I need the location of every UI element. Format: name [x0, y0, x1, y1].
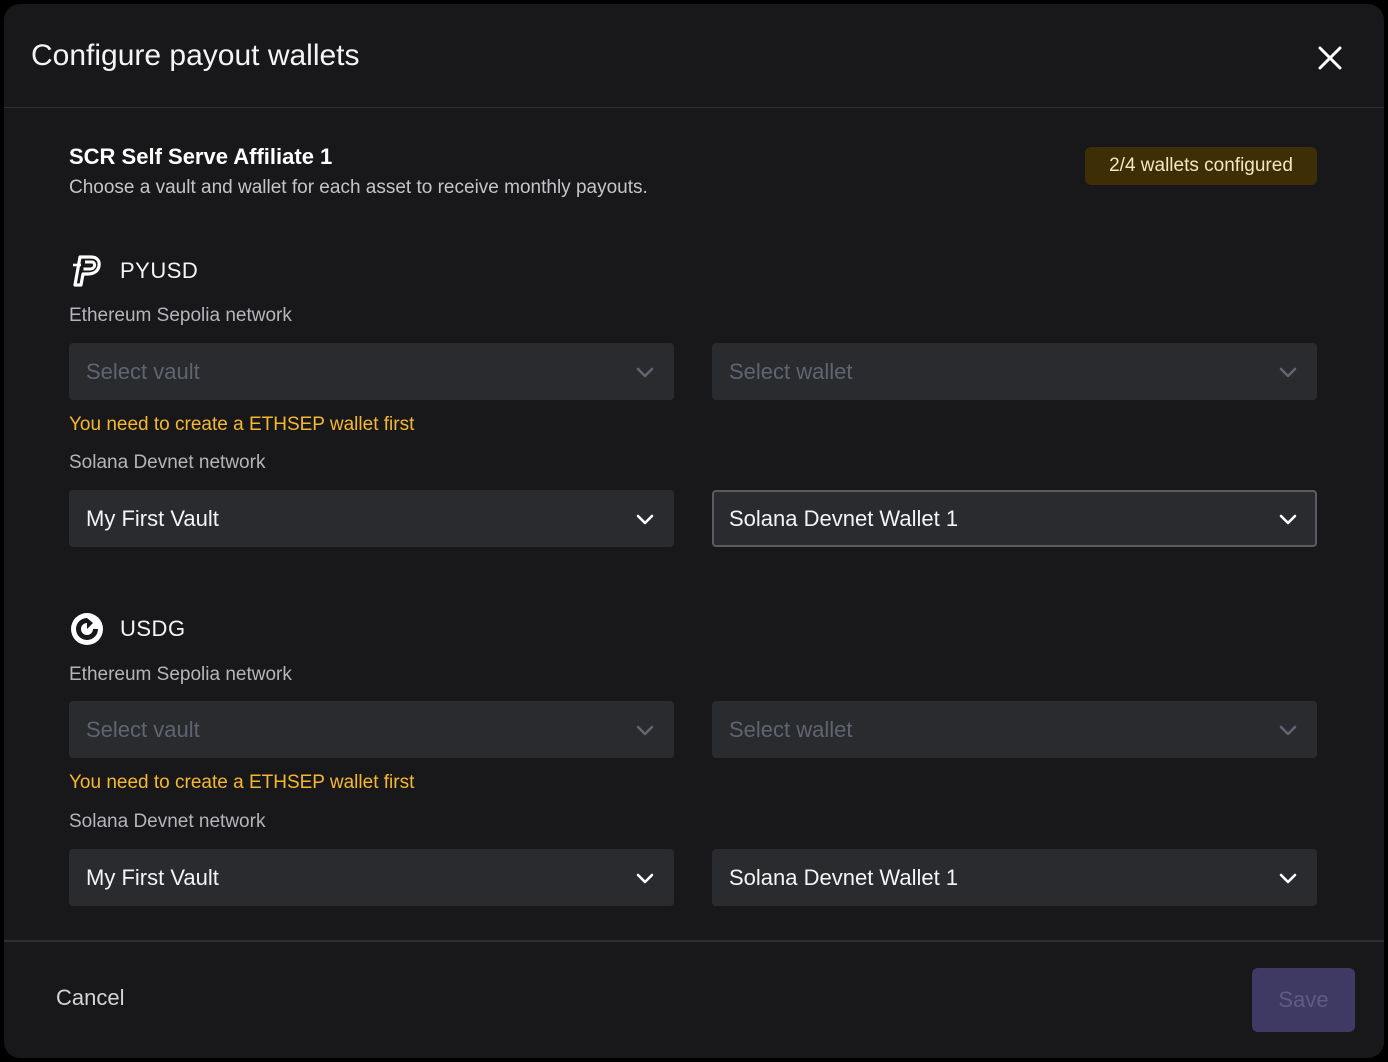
select-value: Select wallet [729, 717, 853, 742]
select-value: Solana Devnet Wallet 1 [729, 506, 959, 531]
dialog-footer: Cancel Save [4, 940, 1384, 1058]
select-value: Select wallet [729, 359, 853, 384]
ethsep-wallet-warning: You need to create a ETHSEP wallet first [69, 772, 415, 793]
select-value: Solana Devnet Wallet 1 [729, 865, 959, 890]
chevron-down-icon [1279, 367, 1297, 378]
dialog-header: Configure payout wallets [4, 4, 1384, 108]
network-label-ethereum-sepolia: Ethereum Sepolia network [69, 664, 292, 685]
chevron-down-icon [1279, 514, 1297, 525]
save-button[interactable]: Save [1252, 968, 1355, 1032]
chevron-down-icon [636, 514, 654, 525]
network-label-ethereum-sepolia: Ethereum Sepolia network [69, 305, 292, 326]
configure-payout-wallets-dialog: Configure payout wallets SCR Self Serve … [4, 4, 1384, 1058]
cancel-button[interactable]: Cancel [56, 980, 124, 1016]
affiliate-description: Choose a vault and wallet for each asset… [69, 177, 648, 198]
asset-name-usdg: USDG [120, 616, 186, 641]
affiliate-name: SCR Self Serve Affiliate 1 [69, 144, 333, 169]
asset-header-pyusd: PYUSD [69, 253, 198, 289]
chevron-down-icon [1279, 873, 1297, 884]
dialog-title: Configure payout wallets [31, 39, 360, 72]
network-label-solana-devnet: Solana Devnet network [69, 452, 266, 473]
ethsep-wallet-warning: You need to create a ETHSEP wallet first [69, 414, 415, 435]
pyusd-icon [69, 253, 105, 289]
usdg-solana-vault-select[interactable]: My First Vault [69, 849, 674, 906]
asset-header-usdg: USDG [69, 611, 186, 647]
chevron-down-icon [636, 873, 654, 884]
chevron-down-icon [636, 725, 654, 736]
usdg-ethsep-vault-select[interactable]: Select vault [69, 701, 674, 758]
close-icon [1318, 46, 1342, 70]
chevron-down-icon [636, 367, 654, 378]
pyusd-ethsep-vault-select[interactable]: Select vault [69, 343, 674, 400]
select-value: My First Vault [86, 865, 219, 890]
asset-name-pyusd: PYUSD [120, 258, 199, 283]
close-button[interactable] [1312, 40, 1348, 76]
pyusd-ethsep-wallet-select[interactable]: Select wallet [712, 343, 1317, 400]
select-value: My First Vault [86, 506, 219, 531]
usdg-ethsep-wallet-select[interactable]: Select wallet [712, 701, 1317, 758]
pyusd-solana-vault-select[interactable]: My First Vault [69, 490, 674, 547]
usdg-icon [69, 611, 105, 647]
wallets-configured-badge: 2/4 wallets configured [1085, 147, 1317, 185]
pyusd-solana-wallet-select[interactable]: Solana Devnet Wallet 1 [712, 490, 1317, 547]
chevron-down-icon [1279, 725, 1297, 736]
select-value: Select vault [86, 359, 200, 384]
usdg-solana-wallet-select[interactable]: Solana Devnet Wallet 1 [712, 849, 1317, 906]
network-label-solana-devnet: Solana Devnet network [69, 811, 266, 832]
dialog-body: SCR Self Serve Affiliate 1 Choose a vaul… [4, 108, 1384, 940]
select-value: Select vault [86, 717, 200, 742]
